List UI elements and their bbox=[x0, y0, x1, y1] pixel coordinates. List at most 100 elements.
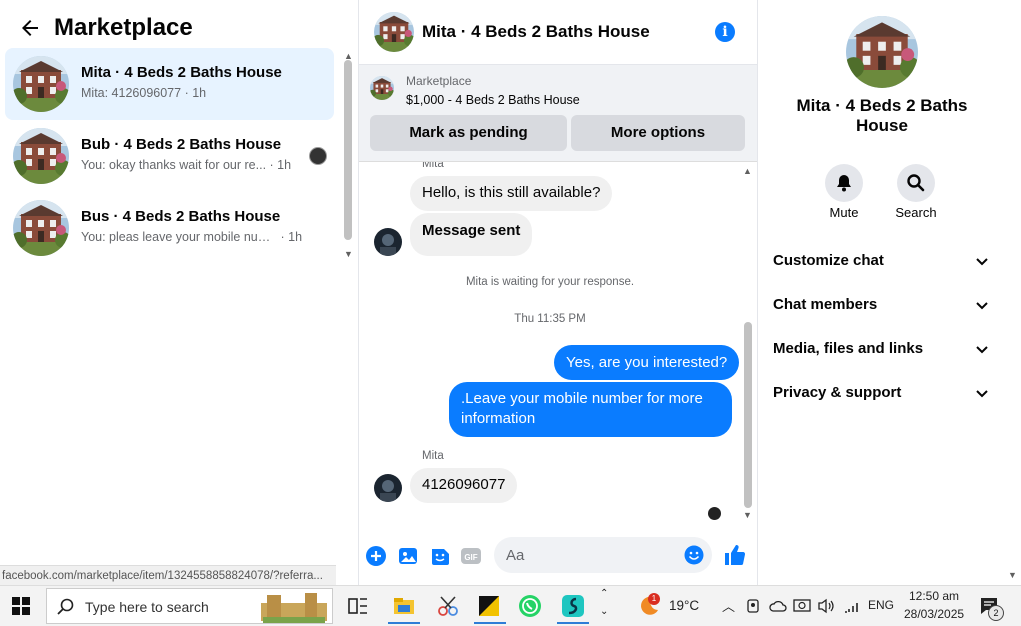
chevron-down-icon[interactable] bbox=[975, 343, 989, 357]
sticky-notes-icon[interactable] bbox=[477, 594, 501, 618]
file-explorer-icon[interactable] bbox=[392, 594, 416, 618]
taskbar-search-box[interactable]: Type here to search bbox=[46, 588, 333, 624]
conversation-item[interactable]: Bub · 4 Beds 2 Baths House You: okay tha… bbox=[5, 120, 334, 192]
more-options-button[interactable]: More options bbox=[571, 115, 745, 151]
task-view-icon[interactable] bbox=[346, 594, 370, 618]
composer: GIF Aa bbox=[359, 530, 757, 582]
conversation-preview: Mita: 4126096077 bbox=[81, 86, 182, 100]
incoming-message[interactable]: Hello, is this still available? bbox=[410, 176, 613, 211]
message-input-placeholder: Aa bbox=[506, 547, 525, 564]
incoming-message[interactable]: Message sent bbox=[410, 213, 533, 256]
read-receipt-avatar bbox=[708, 507, 721, 520]
emoji-icon[interactable] bbox=[684, 545, 704, 565]
message-timestamp: Thu 11:35 PM bbox=[514, 313, 586, 325]
scroll-down-arrow-icon[interactable]: ▼ bbox=[1008, 570, 1017, 580]
link-status-bar: facebook.com/marketplace/item/1324558858… bbox=[0, 565, 336, 585]
chat-members-item[interactable]: Chat members bbox=[773, 296, 877, 313]
listing-avatar bbox=[13, 56, 69, 112]
sender-name: Mita bbox=[422, 450, 444, 462]
info-icon[interactable]: i bbox=[715, 22, 735, 42]
clock-date[interactable]: 28/03/2025 bbox=[904, 607, 964, 621]
listing-banner: Marketplace $1,000 - 4 Beds 2 Baths Hous… bbox=[359, 65, 757, 162]
conversation-time: · 1h bbox=[280, 230, 303, 244]
conversation-time: · 1h bbox=[184, 86, 207, 100]
conversation-item[interactable]: Bus · 4 Beds 2 Baths House You: pleas le… bbox=[5, 192, 334, 264]
taskbar-scroll-up-icon[interactable]: ⌃ bbox=[600, 588, 608, 599]
photo-icon[interactable] bbox=[397, 545, 419, 567]
sticker-icon[interactable] bbox=[429, 545, 451, 567]
seen-avatar bbox=[309, 147, 327, 165]
listing-label: Marketplace bbox=[406, 74, 472, 88]
weather-alert-badge: 1 bbox=[648, 593, 660, 605]
conversation-time: · 1h bbox=[269, 158, 292, 172]
display-icon[interactable] bbox=[793, 597, 811, 615]
conversation-name: Bub · 4 Beds 2 Baths House bbox=[81, 136, 282, 153]
search-highlight-illustration bbox=[261, 593, 327, 623]
surfshark-icon[interactable] bbox=[561, 594, 585, 618]
back-arrow-icon[interactable] bbox=[18, 16, 42, 40]
search-chat-button[interactable] bbox=[897, 164, 935, 202]
meet-now-icon[interactable] bbox=[745, 598, 761, 614]
snipping-tool-icon[interactable] bbox=[436, 594, 460, 618]
onedrive-cloud-icon[interactable] bbox=[769, 598, 787, 614]
windows-taskbar: Type here to search ⌃ ⌄ 1 19°C ︿ ENG 12:… bbox=[0, 585, 1021, 626]
windows-start-icon[interactable] bbox=[12, 597, 30, 615]
conversation-list-panel: Marketplace Mita · 4 Beds 2 Baths House … bbox=[0, 0, 357, 585]
whatsapp-icon[interactable] bbox=[518, 594, 542, 618]
customize-chat-item[interactable]: Customize chat bbox=[773, 252, 884, 269]
chevron-down-icon[interactable] bbox=[975, 299, 989, 313]
chevron-up-icon[interactable]: ︿ bbox=[722, 596, 735, 615]
conversation-item[interactable]: Mita · 4 Beds 2 Baths House Mita: 412609… bbox=[5, 48, 334, 120]
listing-avatar bbox=[13, 200, 69, 256]
conversation-preview: You: okay thanks wait for our re... bbox=[81, 158, 267, 172]
wifi-icon[interactable] bbox=[843, 598, 861, 614]
listing-thumb bbox=[370, 76, 394, 100]
taskbar-search-placeholder: Type here to search bbox=[85, 599, 209, 615]
listing-price[interactable]: $1,000 - 4 Beds 2 Baths House bbox=[406, 93, 580, 107]
scroll-up-arrow-icon[interactable]: ▲ bbox=[743, 166, 752, 176]
gif-icon[interactable]: GIF bbox=[460, 545, 482, 567]
conversation-preview: You: pleas leave your mobile num... bbox=[81, 230, 277, 244]
chevron-down-icon[interactable] bbox=[975, 387, 989, 401]
chat-panel: Mita · 4 Beds 2 Baths House i Marketplac… bbox=[358, 0, 758, 585]
message-input[interactable]: Aa bbox=[494, 537, 712, 573]
temperature[interactable]: 19°C bbox=[669, 598, 699, 613]
sender-name: Mita bbox=[422, 162, 444, 170]
conversation-name: Mita · 4 Beds 2 Baths House bbox=[81, 64, 282, 81]
privacy-support-item[interactable]: Privacy & support bbox=[773, 384, 901, 401]
mute-label: Mute bbox=[829, 205, 859, 220]
incoming-message[interactable]: 4126096077 bbox=[410, 468, 518, 503]
language-indicator[interactable]: ENG bbox=[868, 598, 894, 612]
sender-avatar bbox=[374, 474, 402, 502]
chat-details-panel: Mita · 4 Beds 2 Baths House Mute Search … bbox=[757, 0, 1005, 585]
add-plus-icon[interactable] bbox=[365, 545, 387, 567]
waiting-notice: Mita is waiting for your response. bbox=[465, 276, 635, 288]
scroll-down-arrow-icon[interactable]: ▼ bbox=[743, 510, 752, 520]
mark-as-pending-button[interactable]: Mark as pending bbox=[370, 115, 567, 151]
chevron-down-icon[interactable] bbox=[975, 255, 989, 269]
scroll-down-arrow-icon[interactable]: ▼ bbox=[344, 249, 353, 259]
conversation-preview-line: You: okay thanks wait for our re... · 1h bbox=[81, 158, 291, 172]
chat-avatar[interactable] bbox=[374, 12, 414, 52]
like-thumb-icon[interactable] bbox=[723, 543, 747, 567]
conversation-name: Bus · 4 Beds 2 Baths House bbox=[81, 208, 281, 225]
active-indicator bbox=[557, 622, 589, 624]
conversation-preview-line: You: pleas leave your mobile num... · 1h bbox=[81, 230, 302, 244]
bell-icon bbox=[837, 175, 851, 192]
profile-avatar[interactable] bbox=[846, 16, 918, 88]
outgoing-message[interactable]: Yes, are you interested? bbox=[554, 345, 740, 380]
page-title: Marketplace bbox=[54, 14, 193, 41]
chat-header: Mita · 4 Beds 2 Baths House i bbox=[359, 0, 757, 65]
volume-icon[interactable] bbox=[817, 598, 835, 614]
profile-name: Mita · 4 Beds 2 Baths House bbox=[796, 96, 968, 135]
conversation-scrollbar[interactable] bbox=[344, 60, 352, 240]
outgoing-message[interactable]: .Leave your mobile number for more infor… bbox=[449, 382, 732, 437]
clock-time[interactable]: 12:50 am bbox=[904, 589, 964, 603]
chat-title[interactable]: Mita · 4 Beds 2 Baths House bbox=[422, 22, 650, 42]
media-files-links-item[interactable]: Media, files and links bbox=[773, 340, 923, 357]
mute-button[interactable] bbox=[825, 164, 863, 202]
taskbar-scroll-down-icon[interactable]: ⌄ bbox=[600, 606, 608, 617]
page-scrollbar[interactable]: ▼ bbox=[1005, 0, 1021, 585]
message-scrollbar[interactable] bbox=[744, 322, 752, 508]
active-indicator bbox=[474, 622, 506, 624]
